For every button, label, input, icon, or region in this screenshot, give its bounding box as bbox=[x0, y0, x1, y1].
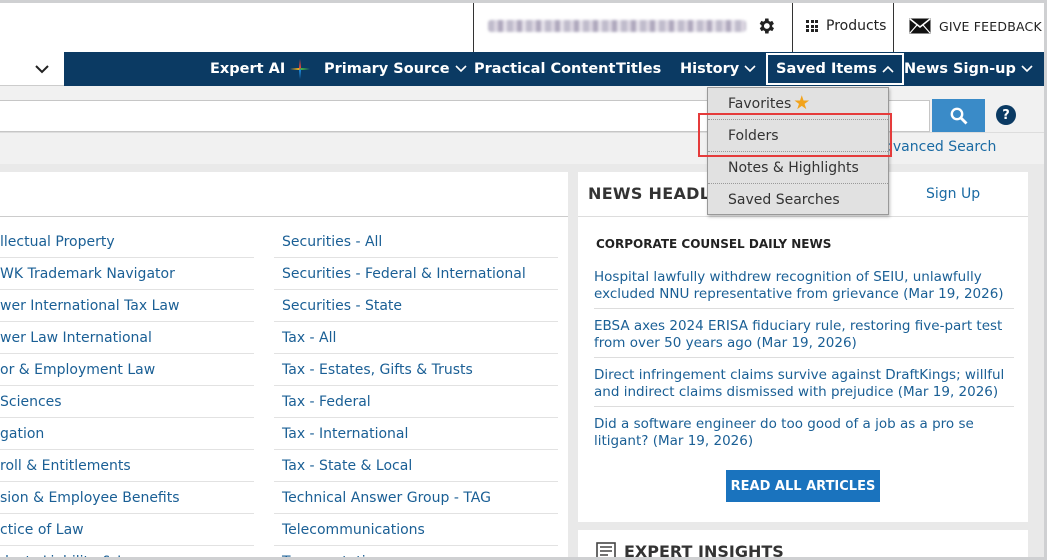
divider bbox=[792, 0, 793, 52]
nav-label: Expert AI bbox=[210, 61, 286, 77]
products-button[interactable]: Products bbox=[806, 18, 886, 34]
practice-area-link[interactable]: or & Employment Law bbox=[0, 354, 254, 386]
practice-area-link[interactable]: Telecommunications bbox=[274, 514, 558, 546]
practice-areas-column-1: llectual Property WK Trademark Navigator w… bbox=[0, 226, 254, 560]
practice-area-link[interactable]: Sciences bbox=[0, 386, 254, 418]
star-icon: ★ bbox=[793, 92, 811, 114]
nav-practical-content[interactable]: Practical Content bbox=[474, 52, 615, 86]
give-feedback-button[interactable]: GIVE FEEDBACK bbox=[909, 18, 1042, 34]
practice-areas-column-2: Securities - All Securities - Federal & I… bbox=[274, 226, 558, 560]
nav-label: Titles bbox=[616, 61, 662, 77]
news-headlines-panel: NEWS HEADLINES Sign Up CORPORATE COUNSEL… bbox=[578, 172, 1028, 522]
practice-area-link[interactable]: Securities - Federal & International bbox=[274, 258, 558, 290]
divider bbox=[893, 0, 894, 52]
news-article-link[interactable]: Hospital lawfully withdrew recognition o… bbox=[594, 269, 1014, 309]
practice-area-link[interactable]: WK Trademark Navigator bbox=[0, 258, 254, 290]
divider bbox=[473, 0, 474, 52]
menu-item-label: Saved Searches bbox=[728, 192, 840, 208]
sparkle-icon bbox=[290, 59, 311, 79]
utility-bar: Products GIVE FEEDBACK bbox=[0, 0, 1047, 52]
chevron-down-icon bbox=[1021, 65, 1033, 73]
menu-item-label: Notes & Highlights bbox=[728, 159, 859, 176]
nav-label: History bbox=[680, 61, 740, 77]
nav-expert-ai[interactable]: Expert AI bbox=[210, 52, 311, 86]
help-icon[interactable]: ? bbox=[996, 105, 1016, 125]
news-article-link[interactable]: Direct infringement claims survive again… bbox=[594, 367, 1014, 407]
menu-item-label: Favorites bbox=[728, 95, 792, 112]
highlight-annotation bbox=[698, 113, 892, 157]
practice-area-link[interactable]: Tax - Estates, Gifts & Trusts bbox=[274, 354, 558, 386]
products-label: Products bbox=[826, 18, 887, 34]
expert-insights-title: EXPERT INSIGHTS bbox=[624, 542, 784, 560]
feedback-label: GIVE FEEDBACK bbox=[939, 18, 1042, 34]
practice-area-selector[interactable] bbox=[0, 52, 64, 86]
divider bbox=[578, 216, 1028, 217]
envelope-icon bbox=[909, 18, 931, 34]
chevron-up-icon bbox=[882, 65, 894, 73]
nav-history[interactable]: History bbox=[680, 52, 756, 86]
practice-area-link[interactable]: Tax - International bbox=[274, 418, 558, 450]
practice-area-link[interactable]: roll & Entitlements bbox=[0, 450, 254, 482]
practice-area-link[interactable]: Transportation bbox=[274, 546, 558, 560]
chevron-down-icon bbox=[455, 65, 467, 73]
advanced-search-link[interactable]: dvanced Search bbox=[884, 139, 996, 155]
practice-area-link[interactable]: Tax - All bbox=[274, 322, 558, 354]
practice-area-link[interactable]: Securities - State bbox=[274, 290, 558, 322]
practice-area-link[interactable]: Tax - Federal bbox=[274, 386, 558, 418]
search-button[interactable] bbox=[932, 99, 985, 132]
search-icon bbox=[950, 107, 967, 124]
menu-item-saved-searches[interactable]: Saved Searches bbox=[708, 184, 888, 216]
apps-grid-icon bbox=[806, 20, 818, 32]
document-icon bbox=[596, 542, 616, 560]
panel-header bbox=[0, 172, 568, 217]
practice-area-link[interactable]: ctice of Law bbox=[0, 514, 254, 546]
nav-label: Saved Items bbox=[776, 61, 877, 77]
practice-area-link[interactable]: gation bbox=[0, 418, 254, 450]
chevron-down-icon bbox=[744, 65, 756, 73]
practice-area-link[interactable]: Securities - All bbox=[274, 226, 558, 258]
practice-area-link[interactable]: sion & Employee Benefits bbox=[0, 482, 254, 514]
practice-area-link[interactable]: Technical Answer Group - TAG bbox=[274, 482, 558, 514]
nav-saved-items[interactable]: Saved Items bbox=[765, 52, 905, 86]
main-nav: Expert AI Primary Source Practical Conte… bbox=[0, 52, 1047, 86]
practice-areas-panel: llectual Property WK Trademark Navigator w… bbox=[0, 172, 568, 560]
nav-titles[interactable]: Titles bbox=[616, 52, 661, 86]
read-all-articles-button[interactable]: READ ALL ARTICLES bbox=[726, 470, 880, 502]
chevron-down-icon bbox=[35, 65, 49, 74]
news-article-link[interactable]: Did a software engineer do too good of a… bbox=[594, 416, 1014, 455]
nav-label: News Sign-up bbox=[904, 61, 1016, 77]
expert-insights-panel: EXPERT INSIGHTS bbox=[578, 530, 1028, 560]
practice-area-link[interactable]: llectual Property bbox=[0, 226, 254, 258]
practice-area-link[interactable]: Tax - State & Local bbox=[274, 450, 558, 482]
nav-primary-source[interactable]: Primary Source bbox=[324, 52, 467, 86]
practice-area-link[interactable]: ducts Liability & Insurance bbox=[0, 546, 254, 560]
news-subtitle: CORPORATE COUNSEL DAILY NEWS bbox=[596, 237, 832, 251]
gear-icon[interactable] bbox=[756, 16, 776, 36]
nav-label: Practical Content bbox=[474, 61, 616, 77]
nav-label: Primary Source bbox=[324, 61, 450, 77]
practice-area-link[interactable]: wer Law International bbox=[0, 322, 254, 354]
user-email-redacted[interactable] bbox=[488, 20, 746, 32]
practice-area-link[interactable]: wer International Tax Law bbox=[0, 290, 254, 322]
news-signup-link[interactable]: Sign Up bbox=[926, 186, 980, 202]
nav-news-signup[interactable]: News Sign-up bbox=[904, 52, 1033, 86]
news-article-link[interactable]: EBSA axes 2024 ERISA fiduciary rule, res… bbox=[594, 318, 1014, 358]
